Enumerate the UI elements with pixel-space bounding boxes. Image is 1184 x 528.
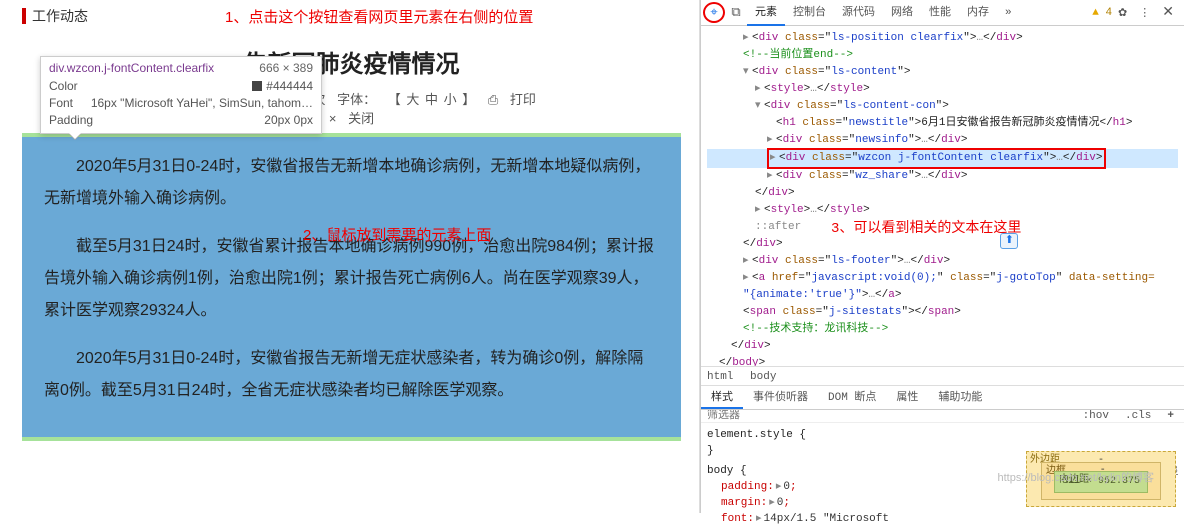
close-link[interactable]: 关闭 — [348, 111, 374, 126]
tab-sources[interactable]: 源代码 — [834, 0, 883, 26]
tab-console[interactable]: 控制台 — [785, 0, 834, 26]
devtools-tabs: ⌖ ⧉ 元素 控制台 源代码 网络 性能 内存 » ▲ 4 ✿ ⋮ ✕ — [701, 0, 1184, 26]
tooltip-color-label: Color — [49, 78, 78, 95]
hov-toggle[interactable]: :hov — [1079, 410, 1113, 422]
section-title: 工作动态 — [32, 6, 88, 26]
paragraph: 截至5月31日24时，安徽省累计报告本地确诊病例990例，治愈出院984例；累计… — [44, 231, 659, 327]
cls-toggle[interactable]: .cls — [1121, 410, 1155, 422]
subtab-listeners[interactable]: 事件侦听器 — [743, 386, 818, 409]
inspect-element-icon[interactable]: ⌖ — [703, 2, 725, 23]
collapse-icon[interactable]: ▾ — [743, 64, 752, 81]
page-preview: 工作动态 1、点击这个按钮查看网页里元素在右侧的位置 告新冠肺炎疫情情况 卫生健… — [0, 0, 700, 513]
paragraph: 2020年5月31日0-24时，安徽省报告无新增无症状感染者，转为确诊0例，解除… — [44, 343, 659, 407]
styles-tabs: 样式 事件侦听器 DOM 断点 属性 辅助功能 — [701, 386, 1184, 410]
annotation-3: 3、可以看到相关的文本在这里⬆ — [831, 221, 1021, 238]
element-tooltip: div.wzcon.j-fontContent.clearfix 666 × 3… — [40, 56, 322, 134]
dom-selected-row[interactable]: ▸<div class="wzcon j-fontContent clearfi… — [707, 149, 1178, 168]
print-link[interactable]: 打印 — [510, 92, 536, 107]
subtab-styles[interactable]: 样式 — [701, 386, 743, 409]
close-icon[interactable]: × — [329, 111, 337, 126]
kebab-icon[interactable]: ⋮ — [1133, 6, 1156, 20]
color-swatch — [252, 81, 262, 91]
tooltip-dimensions: 666 × 389 — [259, 61, 313, 75]
style-filter-bar: :hov .cls + — [701, 410, 1184, 423]
watermark: https://blog.csdn.net/kylin的博客 — [997, 469, 1154, 485]
tab-elements[interactable]: 元素 — [747, 0, 785, 26]
new-rule-button[interactable]: + — [1163, 410, 1178, 422]
tab-memory[interactable]: 内存 — [959, 0, 997, 26]
margin-highlight: 2020年5月31日0-24时，安徽省报告无新增本地确诊病例，无新增本地疑似病例… — [22, 133, 681, 441]
tab-performance[interactable]: 性能 — [921, 0, 959, 26]
devtools-panel: ⌖ ⧉ 元素 控制台 源代码 网络 性能 内存 » ▲ 4 ✿ ⋮ ✕ ▸<di… — [700, 0, 1184, 513]
tooltip-selector: div.wzcon.j-fontContent.clearfix — [49, 61, 214, 75]
tooltip-font-value: 16px "Microsoft YaHei", SimSun, tahom… — [91, 95, 313, 112]
tooltip-color-value: #444444 — [266, 79, 313, 93]
arrow-up-icon: ⬆ — [1000, 233, 1018, 249]
styles-pane[interactable]: element.style { } public.css:8 body { pa… — [701, 423, 1184, 513]
close-devtools-icon[interactable]: ✕ — [1156, 4, 1180, 21]
print-icon[interactable]: ⎙ — [488, 92, 498, 107]
expand-icon[interactable]: ▸ — [743, 30, 752, 47]
tab-network[interactable]: 网络 — [883, 0, 921, 26]
annotation-1: 1、点击这个按钮查看网页里元素在右侧的位置 — [225, 6, 533, 27]
tab-more[interactable]: » — [997, 0, 1020, 26]
accent-bar — [22, 8, 26, 24]
content-highlight: 2020年5月31日0-24时，安徽省报告无新增本地确诊病例，无新增本地疑似病例… — [22, 137, 681, 437]
style-filter-input[interactable] — [707, 410, 1071, 422]
dom-comment: <!--当前位置end--> — [707, 47, 1178, 64]
meta-font-label: 字体： — [337, 92, 376, 107]
dom-breadcrumb: html body — [701, 366, 1184, 386]
paragraph: 2020年5月31日0-24时，安徽省报告无新增本地确诊病例，无新增本地疑似病例… — [44, 151, 659, 215]
dom-tree[interactable]: ▸<div class="ls-position clearfix">…</di… — [701, 26, 1184, 366]
subtab-accessibility[interactable]: 辅助功能 — [928, 386, 992, 409]
tooltip-padding-label: Padding — [49, 112, 93, 129]
warning-icon: ▲ — [1092, 7, 1099, 19]
warnings-badge[interactable]: ▲ 4 — [1092, 7, 1112, 19]
subtab-properties[interactable]: 属性 — [886, 386, 928, 409]
device-toggle-icon[interactable]: ⧉ — [725, 5, 747, 20]
font-size-toggle[interactable]: 【 大 中 小 】 — [388, 92, 476, 107]
subtab-dom-breakpoints[interactable]: DOM 断点 — [818, 386, 886, 409]
annotation-2: 2、鼠标放到需要的元素上面 — [303, 224, 491, 245]
crumb-html[interactable]: html — [707, 371, 733, 383]
settings-icon[interactable]: ✿ — [1112, 6, 1133, 20]
crumb-body[interactable]: body — [750, 371, 776, 383]
tooltip-font-label: Font — [49, 95, 73, 112]
tooltip-padding-value: 20px 0px — [264, 112, 313, 129]
